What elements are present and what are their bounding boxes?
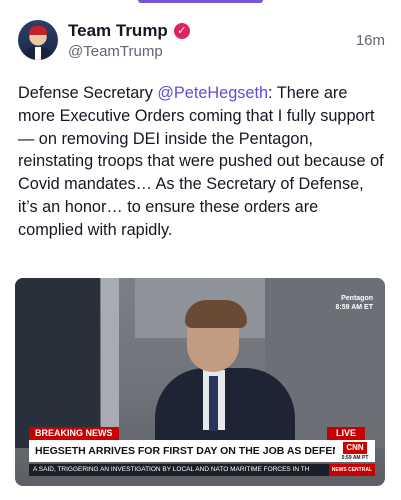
network-logo-box: CNN 5:59 AM PT <box>335 440 375 462</box>
media-image[interactable]: Pentagon 8:59 AM ET BREAKING NEWS LIVE H… <box>15 278 385 486</box>
post-text-part-1: Defense Secretary <box>18 84 158 102</box>
avatar-shirt <box>35 47 41 60</box>
background-wall <box>15 278 100 448</box>
news-headline: HEGSETH ARRIVES FOR FIRST DAY ON THE JOB… <box>29 440 335 462</box>
author-handle[interactable]: @TeamTrump <box>68 43 163 60</box>
cnn-logo-icon: CNN <box>343 442 367 454</box>
person-tie <box>209 376 218 431</box>
network-time: 5:59 AM PT <box>341 455 369 461</box>
post-body: Defense Secretary @PeteHegseth: There ar… <box>18 82 384 242</box>
live-badge: LIVE <box>327 427 365 440</box>
ticker-tag: NEWS CENTRAL <box>328 464 375 476</box>
ticker-text: A SAID, TRIGGERING AN INVESTIGATION BY L… <box>33 466 310 473</box>
person-hair <box>185 300 247 328</box>
location-time-tag: Pentagon 8:59 AM ET <box>336 294 373 312</box>
post-timestamp[interactable]: 16m <box>356 32 385 49</box>
time-tag: 8:59 AM ET <box>335 304 373 311</box>
post-text-part-2: : There are more Executive Orders coming… <box>18 84 384 239</box>
post-header: Team Trump ✓ @TeamTrump 16m <box>18 18 385 66</box>
mention-link[interactable]: @PeteHegseth <box>157 84 268 102</box>
avatar-hat <box>29 26 47 35</box>
top-tab-indicator <box>138 0 263 3</box>
background-pillar <box>101 278 119 448</box>
location-tag: Pentagon <box>341 295 373 302</box>
author-name[interactable]: Team Trump <box>68 21 168 41</box>
avatar[interactable] <box>18 20 58 60</box>
verified-badge-icon: ✓ <box>173 23 190 39</box>
author-name-row: Team Trump ✓ <box>68 21 190 41</box>
breaking-news-label: BREAKING NEWS <box>29 427 119 440</box>
news-ticker: A SAID, TRIGGERING AN INVESTIGATION BY L… <box>29 464 375 476</box>
